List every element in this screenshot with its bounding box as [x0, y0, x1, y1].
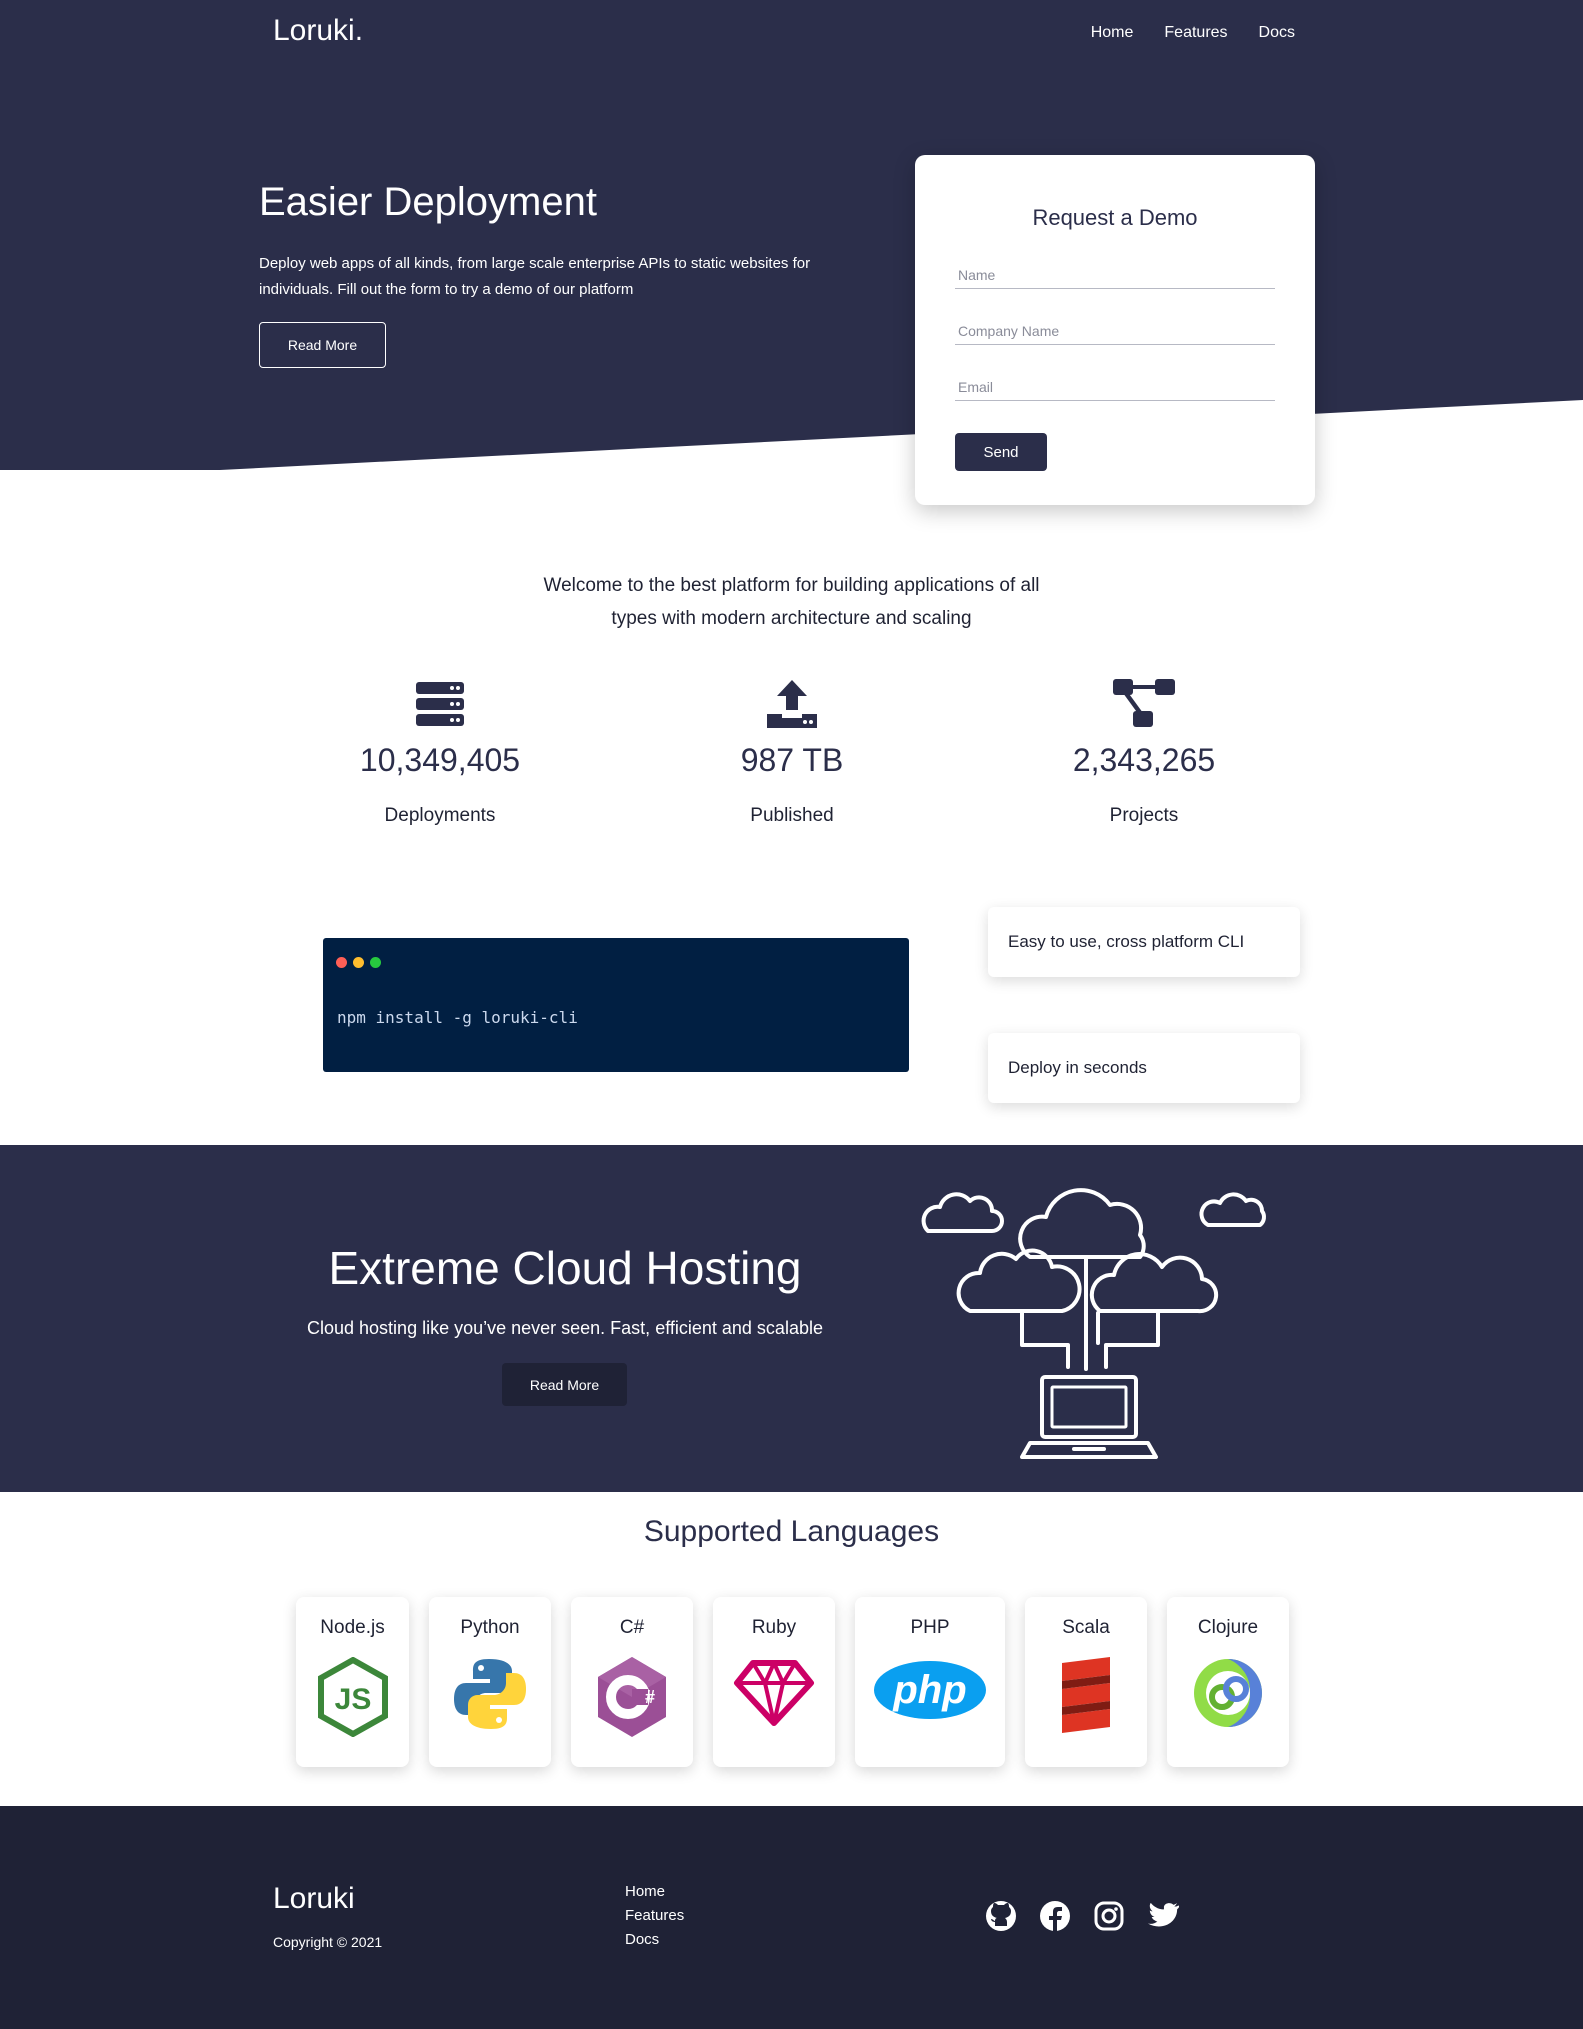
- language-name: Clojure: [1197, 1617, 1259, 1638]
- footer-nav: Home Features Docs: [625, 1883, 684, 1948]
- hero-title: Easier Deployment: [259, 180, 597, 224]
- clojure-icon: [1167, 1657, 1289, 1729]
- footer-brand[interactable]: Loruki: [273, 1882, 355, 1916]
- nav-docs[interactable]: Docs: [1259, 24, 1295, 42]
- language-card-clojure: Clojure: [1167, 1597, 1289, 1767]
- language-card-nodejs: Node.js JS: [296, 1597, 409, 1767]
- brand-logo[interactable]: Loruki.: [273, 14, 363, 48]
- language-name: C#: [619, 1617, 645, 1638]
- terminal-close-dot: [336, 957, 347, 968]
- email-field[interactable]: Email: [955, 375, 1275, 401]
- language-card-scala: Scala: [1025, 1597, 1147, 1767]
- stat-label: Published: [750, 805, 834, 826]
- instagram-icon[interactable]: [1093, 1900, 1125, 1932]
- csharp-icon: #: [571, 1657, 693, 1737]
- nav-features[interactable]: Features: [1164, 24, 1227, 42]
- feature-card-cli: Easy to use, cross platform CLI: [988, 907, 1300, 977]
- nodejs-icon: JS: [296, 1657, 409, 1737]
- svg-text:#: #: [645, 1687, 655, 1707]
- footer-copyright: Copyright © 2021: [273, 1934, 383, 1950]
- hero-background: [0, 0, 1583, 470]
- language-name: PHP: [910, 1617, 950, 1638]
- project-diagram-icon: [994, 678, 1294, 730]
- hero-description: Deploy web apps of all kinds, from large…: [259, 255, 811, 298]
- top-nav: Home Features Docs: [1091, 24, 1295, 42]
- stat-value: 987 TB: [740, 742, 844, 778]
- welcome-text: Welcome to the best platform for buildin…: [543, 575, 1040, 629]
- hero-read-more-button[interactable]: Read More: [259, 322, 386, 368]
- upload-icon: [642, 678, 942, 730]
- cli-terminal: npm install -g loruki-cli: [323, 938, 909, 1072]
- svg-text:php: php: [892, 1668, 966, 1712]
- stat-published: 987 TB Published: [642, 678, 942, 827]
- supported-languages-title: Supported Languages: [643, 1515, 940, 1548]
- footer-link-home[interactable]: Home: [625, 1883, 684, 1900]
- footer-link-docs[interactable]: Docs: [625, 1931, 684, 1948]
- footer: Loruki Copyright © 2021 Home Features Do…: [0, 1806, 1583, 2029]
- cloud-read-more-button[interactable]: Read More: [502, 1363, 627, 1406]
- language-name: Scala: [1062, 1617, 1110, 1638]
- facebook-icon[interactable]: [1039, 1900, 1071, 1932]
- scala-icon: [1025, 1657, 1147, 1737]
- github-icon[interactable]: [985, 1900, 1017, 1932]
- request-demo-title: Request a Demo: [1032, 205, 1198, 230]
- cloud-hosting-section: Extreme Cloud Hosting Cloud hosting like…: [0, 1145, 1583, 1492]
- footer-link-features[interactable]: Features: [625, 1907, 684, 1924]
- language-card-csharp: C# #: [571, 1597, 693, 1767]
- language-card-php: PHP php: [855, 1597, 1005, 1767]
- cloud-network-laptop-icon: [921, 1188, 1266, 1459]
- svg-text:JS: JS: [334, 1683, 371, 1716]
- cloud-description: Cloud hosting like you’ve never seen. Fa…: [307, 1318, 823, 1338]
- stat-value: 10,349,405: [359, 742, 521, 778]
- language-card-python: Python: [429, 1597, 551, 1767]
- stat-label: Projects: [1109, 805, 1179, 826]
- language-name: Ruby: [751, 1617, 797, 1638]
- twitter-icon[interactable]: [1147, 1900, 1179, 1932]
- stat-label: Deployments: [384, 805, 496, 826]
- terminal-minimize-dot: [353, 957, 364, 968]
- language-name: Python: [460, 1617, 520, 1638]
- python-icon: [429, 1657, 551, 1731]
- nav-home[interactable]: Home: [1091, 24, 1134, 42]
- feature-card-deploy: Deploy in seconds: [988, 1033, 1300, 1103]
- request-demo-card: Request a Demo Name Company Name Email S…: [915, 155, 1315, 505]
- terminal-maximize-dot: [370, 957, 381, 968]
- hero-section: Loruki. Home Features Docs Easier Deploy…: [0, 0, 1583, 476]
- stat-deployments: 10,349,405 Deployments: [290, 678, 590, 827]
- ruby-icon: [713, 1657, 835, 1727]
- stat-value: 2,343,265: [1072, 742, 1216, 778]
- php-icon: php: [855, 1657, 1005, 1723]
- language-card-ruby: Ruby: [713, 1597, 835, 1767]
- cloud-title: Extreme Cloud Hosting: [328, 1242, 802, 1294]
- cli-command[interactable]: npm install -g loruki-cli: [337, 1008, 578, 1027]
- language-name: Node.js: [320, 1617, 385, 1638]
- company-name-field[interactable]: Company Name: [955, 319, 1275, 345]
- server-icon: [290, 678, 590, 730]
- name-field[interactable]: Name: [955, 263, 1275, 289]
- stat-projects: 2,343,265 Projects: [994, 678, 1294, 827]
- social-links: [985, 1900, 1179, 1932]
- send-button[interactable]: Send: [955, 433, 1047, 471]
